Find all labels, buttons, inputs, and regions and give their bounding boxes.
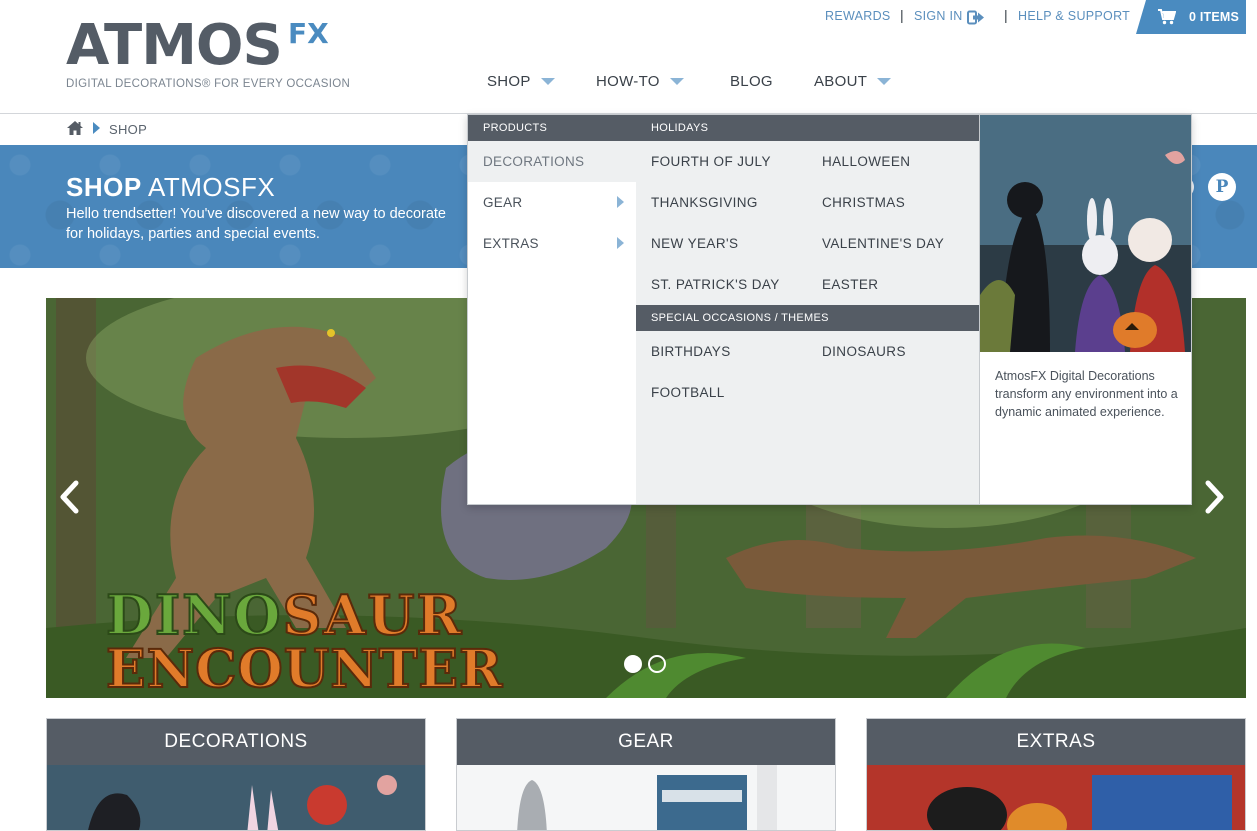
- carousel-prev-icon[interactable]: [58, 480, 80, 514]
- menu-link-halloween[interactable]: HALLOWEEN: [822, 154, 910, 169]
- category-card-title: EXTRAS: [867, 719, 1245, 765]
- shop-mega-menu: PRODUCTS DECORATIONS GEAR EXTRAS HOLIDAY…: [467, 114, 1192, 505]
- menu-item-decorations[interactable]: DECORATIONS: [468, 141, 650, 182]
- logo-wordmark: ATMOS: [66, 13, 283, 78]
- menu-link-christmas[interactable]: CHRISTMAS: [822, 195, 905, 210]
- caret-down-icon: [669, 78, 684, 85]
- hero-title-saur: SAUR: [282, 583, 464, 647]
- hero-title-encounter: ENCOUNTER: [105, 639, 504, 698]
- feature-column: AtmosFX Digital Decorations transform an…: [979, 115, 1191, 504]
- menu-item-gear[interactable]: GEAR: [468, 182, 636, 223]
- site-header: ATMOS FX DIGITAL DECORATIONS® FOR EVERY …: [0, 0, 1257, 114]
- menu-link-birthdays[interactable]: BIRTHDAYS: [651, 344, 731, 359]
- category-card-gear[interactable]: GEAR: [456, 718, 836, 831]
- banner-title-bold: SHOP: [66, 172, 142, 202]
- logo-fx: FX: [288, 17, 329, 50]
- menu-link-st-patricks-day[interactable]: ST. PATRICK'S DAY: [651, 277, 780, 292]
- hero-title: DINOSAUR ENCOUNTER: [105, 587, 504, 698]
- category-card-title: GEAR: [457, 719, 835, 765]
- menu-item-label: GEAR: [483, 195, 523, 210]
- holidays-column: HOLIDAYS FOURTH OF JULY HALLOWEEN THANKS…: [636, 115, 979, 504]
- category-card-title: DECORATIONS: [47, 719, 425, 765]
- nav-blog-label: BLOG: [730, 73, 773, 90]
- breadcrumb-chevron-icon: [93, 122, 100, 134]
- menu-item-label: DECORATIONS: [483, 154, 585, 169]
- nav-about-label: ABOUT: [814, 73, 868, 90]
- help-support-link[interactable]: HELP & SUPPORT: [1018, 9, 1130, 29]
- banner-title-rest: ATMOSFX: [147, 172, 276, 202]
- menu-link-new-years[interactable]: NEW YEAR'S: [651, 236, 738, 251]
- holidays-heading: HOLIDAYS: [636, 115, 979, 141]
- category-card-extras[interactable]: EXTRAS: [866, 718, 1246, 831]
- nav-blog[interactable]: BLOG: [730, 73, 773, 90]
- carousel-dot-1[interactable]: [624, 655, 642, 673]
- menu-link-football[interactable]: FOOTBALL: [651, 385, 725, 400]
- menu-item-label: EXTRAS: [483, 236, 539, 251]
- nav-how-to[interactable]: HOW-TO: [596, 73, 684, 90]
- products-column: PRODUCTS DECORATIONS GEAR EXTRAS: [468, 115, 650, 504]
- nav-shop-label: SHOP: [487, 73, 531, 90]
- caret-right-icon: [617, 237, 624, 249]
- nav-how-to-label: HOW-TO: [596, 73, 660, 90]
- decorations-card-image: [47, 765, 425, 830]
- utility-separator: |: [900, 7, 904, 23]
- atmosfx-logo[interactable]: ATMOS FX DIGITAL DECORATIONS® FOR EVERY …: [66, 13, 350, 91]
- breadcrumb-current: SHOP: [109, 122, 148, 137]
- menu-link-dinosaurs[interactable]: DINOSAURS: [822, 344, 906, 359]
- cart-icon: [1158, 9, 1176, 25]
- carousel-next-icon[interactable]: [1204, 480, 1226, 514]
- nav-shop[interactable]: SHOP: [487, 73, 555, 90]
- cart-button[interactable]: 0 ITEMS: [1136, 0, 1246, 34]
- products-heading: PRODUCTS: [468, 115, 636, 141]
- sign-in-icon[interactable]: [967, 10, 985, 25]
- menu-link-easter[interactable]: EASTER: [822, 277, 878, 292]
- menu-link-valentines-day[interactable]: VALENTINE'S DAY: [822, 236, 944, 251]
- caret-down-icon: [540, 78, 555, 85]
- pinterest-icon[interactable]: P: [1208, 173, 1236, 201]
- gear-card-image: [457, 765, 835, 830]
- extras-card-image: [867, 765, 1245, 830]
- feature-description: AtmosFX Digital Decorations transform an…: [995, 369, 1178, 419]
- cart-count: 0 ITEMS: [1189, 10, 1240, 24]
- banner-subtitle: Hello trendsetter! You've discovered a n…: [66, 206, 446, 242]
- sign-in-link[interactable]: SIGN IN: [914, 9, 963, 29]
- caret-down-icon: [877, 78, 892, 85]
- menu-link-thanksgiving[interactable]: THANKSGIVING: [651, 195, 758, 210]
- logo-tagline: DIGITAL DECORATIONS® FOR EVERY OCCASION: [66, 78, 351, 90]
- nav-about[interactable]: ABOUT: [814, 73, 892, 90]
- banner-title: SHOP ATMOSFX: [66, 172, 275, 203]
- occasions-heading: SPECIAL OCCASIONS / THEMES: [636, 305, 979, 331]
- category-card-decorations[interactable]: DECORATIONS: [46, 718, 426, 831]
- menu-link-fourth-of-july[interactable]: FOURTH OF JULY: [651, 154, 771, 169]
- menu-item-extras[interactable]: EXTRAS: [468, 223, 636, 264]
- caret-right-icon: [617, 196, 624, 208]
- hero-title-dino: DINO: [105, 583, 283, 647]
- utility-separator: |: [1004, 7, 1008, 23]
- carousel-dot-2[interactable]: [648, 655, 666, 673]
- home-icon[interactable]: [66, 120, 84, 136]
- rewards-link[interactable]: REWARDS: [825, 9, 891, 29]
- feature-characters-image[interactable]: [980, 115, 1191, 352]
